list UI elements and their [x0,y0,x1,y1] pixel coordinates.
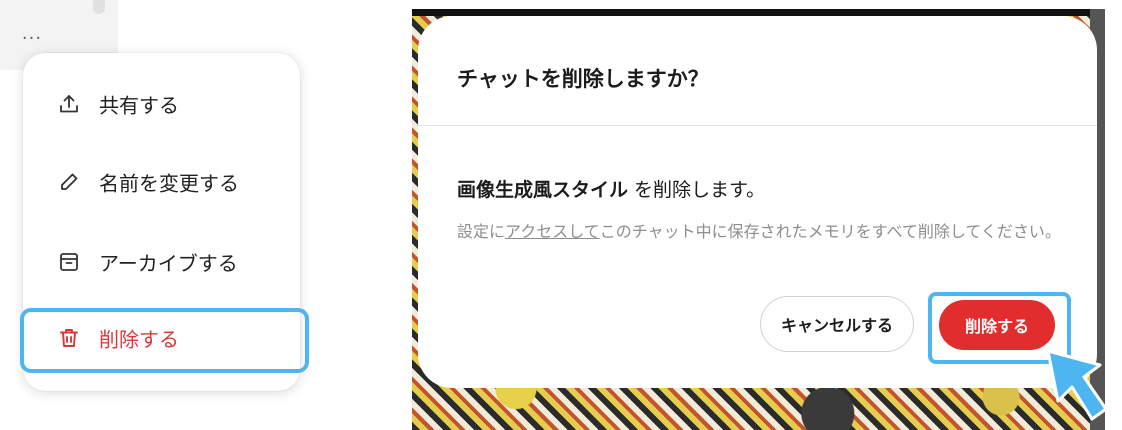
divider [418,125,1097,126]
trash-icon [57,326,81,350]
dialog-message: 画像生成風スタイル を削除します。 [457,175,765,202]
pencil-icon [57,170,81,194]
delete-chat-dialog: チャットを削除しますか？ 画像生成風スタイル を削除します。 設定にアクセスして… [418,16,1097,388]
delete-button[interactable]: 削除する [939,300,1055,350]
menu-item-label: 削除する [99,327,179,352]
dialog-title: チャットを削除しますか？ [457,67,709,91]
menu-item-rename[interactable]: 名前を変更する [23,156,300,208]
menu-item-delete[interactable]: 削除する [23,312,300,364]
dialog-note: 設定にアクセスしてこのチャット中に保存されたメモリをすべて削除してください。 [457,218,1077,245]
menu-item-archive[interactable]: アーカイブする [23,236,300,288]
chat-context-menu: 共有する 名前を変更する アーカイブする 削除する [23,53,300,391]
scrollbar[interactable] [93,0,105,14]
message-text: を削除します。 [628,179,766,201]
menu-item-label: アーカイブする [99,251,238,276]
menu-item-share[interactable]: 共有する [23,78,300,130]
archive-icon [57,250,81,274]
note-text-after: このチャット中に保存されたメモリをすべて削除してください。 [599,222,1061,241]
more-options-button[interactable]: ... [12,22,52,46]
share-icon [57,92,81,116]
settings-access-link[interactable]: アクセスして [505,222,600,241]
menu-item-label: 名前を変更する [99,171,239,196]
chat-name: 画像生成風スタイル [457,179,629,201]
cancel-button[interactable]: キャンセルする [760,296,914,352]
menu-item-label: 共有する [99,93,179,118]
note-text-before: 設定に [457,222,506,241]
pointer-arrow-icon [1046,349,1108,421]
